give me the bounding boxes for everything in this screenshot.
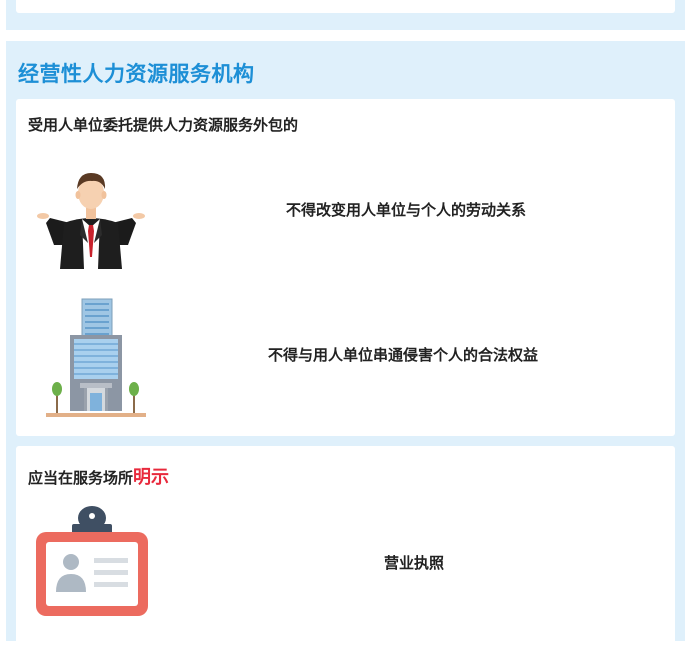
previous-section-card: [16, 0, 675, 13]
display-card: 应当在服务场所明示 营业执照: [16, 446, 675, 646]
id-badge-icon: [36, 506, 148, 616]
hr-service-agency-section: 经营性人力资源服务机构 受用人单位委托提供人力资源服务外包的 不得改变用人单位与…: [6, 41, 685, 646]
office-building-icon: [46, 298, 146, 417]
display-heading-highlight: 明示: [133, 467, 170, 488]
section-title: 经营性人力资源服务机构: [18, 62, 255, 86]
row-text-labor-relation: 不得改变用人单位与个人的劳动关系: [286, 201, 527, 219]
row-text-legal-rights: 不得与用人单位串通侵害个人的合法权益: [268, 346, 539, 364]
previous-section-panel: [6, 0, 685, 30]
display-heading: 应当在服务场所明示: [28, 463, 169, 489]
display-heading-prefix: 应当在服务场所: [28, 469, 134, 487]
outsourcing-card: 受用人单位委托提供人力资源服务外包的 不得改变用人单位与个人的劳动关系 不得与用…: [16, 99, 675, 436]
outsourcing-heading: 受用人单位委托提供人力资源服务外包的: [28, 116, 299, 134]
businessman-icon: [37, 173, 145, 269]
row-text-business-license: 营业执照: [384, 554, 445, 572]
